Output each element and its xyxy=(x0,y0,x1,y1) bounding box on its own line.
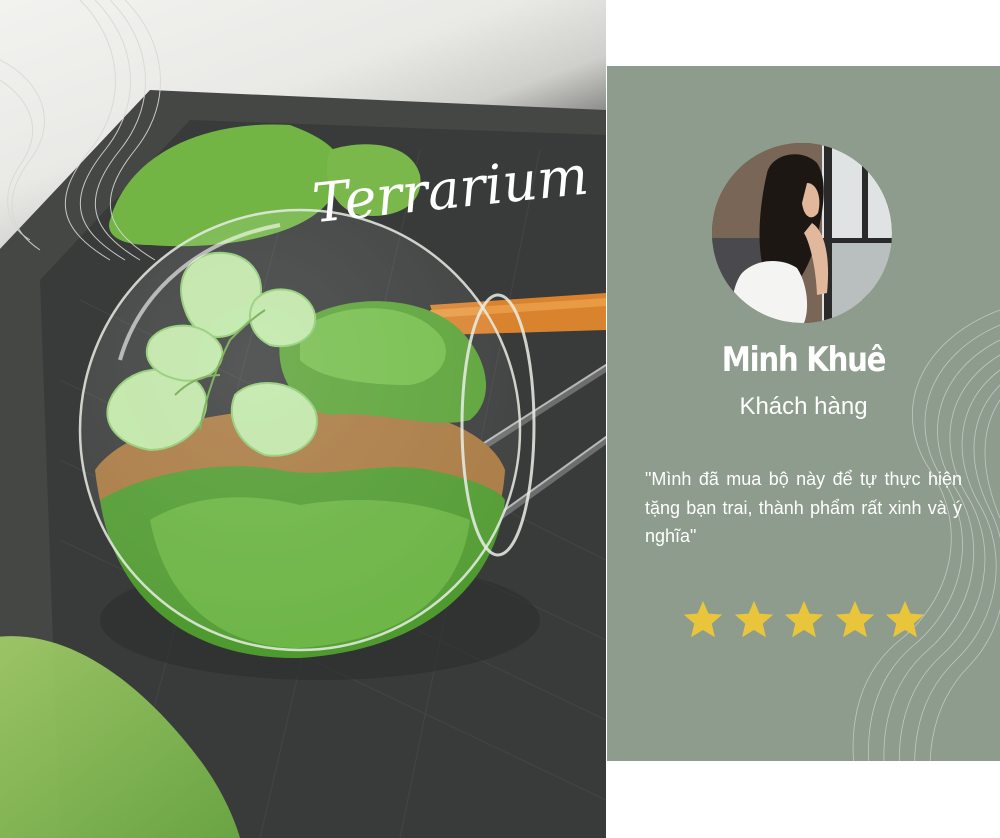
terrarium-illustration: Terrarium xyxy=(0,0,606,838)
star-icon xyxy=(683,600,723,638)
customer-name: Minh Khuê xyxy=(721,340,887,380)
avatar xyxy=(712,143,892,323)
star-icon xyxy=(835,600,874,638)
testimonial-quote: "Mình đã mua bộ này để tự thực hiện tặng… xyxy=(645,469,962,546)
customer-role: Khách hàng xyxy=(739,393,868,420)
terrarium-photo: Terrarium xyxy=(0,0,606,838)
star-icon xyxy=(784,600,824,638)
star-icon xyxy=(734,600,773,638)
avatar-photo xyxy=(712,143,892,323)
star-icon xyxy=(885,600,925,638)
rating-stars xyxy=(682,600,926,640)
